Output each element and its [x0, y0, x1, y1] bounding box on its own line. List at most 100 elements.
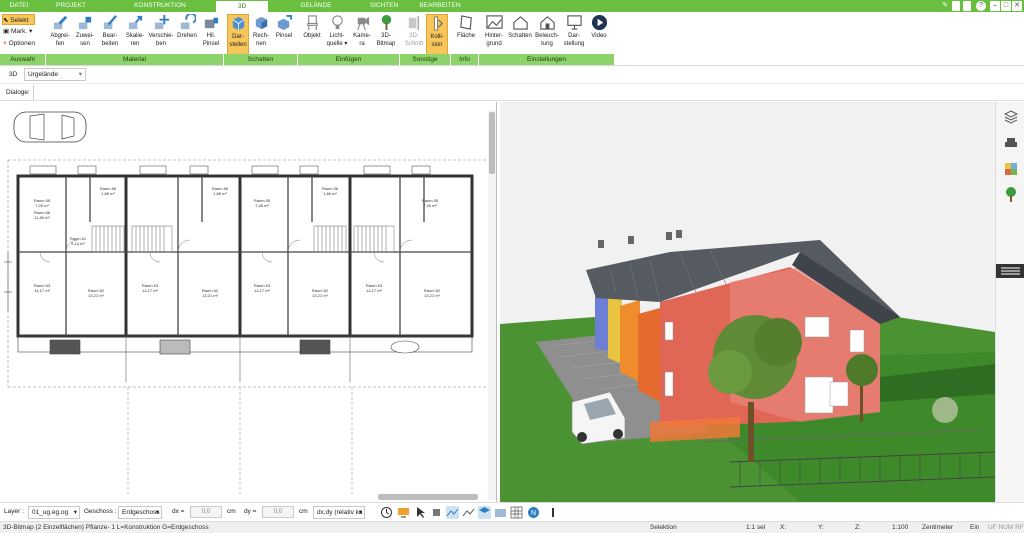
floor-plan-view[interactable]: Raum 56 1,86 m² Raum 55 7,45 m² Raum 66 …	[0, 102, 497, 502]
darstellen-button[interactable]: Dar-stellen	[227, 14, 249, 56]
brush-edit-icon	[103, 15, 117, 30]
snap-line-icon[interactable]	[446, 506, 459, 519]
kollision-label-2: sion	[431, 41, 443, 48]
grid-3d-icon[interactable]	[478, 506, 491, 519]
horizontal-scrollbar-thumb[interactable]	[378, 494, 478, 500]
skalieren-button[interactable]: Skalie-ren	[123, 14, 147, 56]
dy-label: dy =	[244, 508, 257, 515]
room-area: 1,86 m²	[213, 191, 227, 196]
panel-toggle[interactable]	[996, 264, 1024, 278]
zuweisen-button[interactable]: Zuwei-sen	[73, 14, 97, 56]
abgreifen-label-1: Abgrei-	[50, 33, 70, 39]
einstellungen-schatten-button[interactable]: Schatten	[507, 14, 533, 56]
3d-bitmap-label-2: Bitmap	[376, 40, 396, 47]
bearbeiten-button[interactable]: Bear-beiten	[98, 14, 122, 56]
kamera-button[interactable]: Kame-ra	[351, 14, 373, 56]
selekt-button[interactable]: ⬉ Selekt	[2, 14, 35, 25]
close-button[interactable]: ✕	[1012, 1, 1022, 11]
3d-bitmap-button[interactable]: 3D- Bitmap	[374, 14, 398, 56]
geschoss-select[interactable]: Erdgeschoss ▾	[118, 506, 162, 519]
tab-projekt[interactable]: PROJEKT	[38, 0, 104, 12]
bearbeiten-label-2: beiten	[101, 40, 119, 47]
north-icon[interactable]: N	[527, 506, 540, 519]
optionen-button[interactable]: + Optionen	[3, 38, 35, 49]
dx-label: dx =	[172, 508, 185, 515]
objekt-label: Objekt	[303, 33, 321, 39]
room-area: 13,21 m²	[88, 293, 104, 298]
layers-stack-icon[interactable]	[1004, 110, 1018, 124]
pointer-icon[interactable]	[414, 506, 427, 519]
layers-icon[interactable]	[963, 1, 971, 11]
chair-icon	[306, 15, 318, 31]
group-label-info: Info	[451, 54, 479, 65]
tab-gelaende[interactable]: GELÄNDE	[268, 0, 364, 12]
room-area: 14,17 m²	[254, 288, 270, 293]
blueprint-icon[interactable]	[494, 506, 507, 519]
shadow-brush-icon	[277, 14, 292, 31]
kollision-button[interactable]: Kolli-sion	[426, 14, 448, 56]
objekt-button[interactable]: Objekt	[300, 14, 324, 56]
flaeche-button[interactable]: Fläche	[454, 14, 478, 56]
room-area: 13,21 m²	[424, 293, 440, 298]
floor-plan-drawing: Raum 56 1,86 m² Raum 55 7,45 m² Raum 66 …	[4, 111, 490, 494]
move-icon	[154, 14, 169, 30]
pen-icon[interactable]: ✎	[940, 1, 950, 11]
dx-input[interactable]: 0,0	[190, 506, 222, 518]
coordinate-mode-select[interactable]: dx,dy (relativ ka ▾	[313, 506, 365, 519]
video-button[interactable]: Video	[588, 14, 610, 56]
tab-datei[interactable]: DATEI	[0, 0, 38, 12]
group-label-schatten: Schatten	[224, 54, 298, 65]
drehen-button[interactable]: Drehen	[175, 14, 199, 56]
rotate-icon	[180, 14, 196, 30]
skalieren-label-1: Skalie-	[125, 33, 145, 39]
terrain-select[interactable]: Urgelände ▾	[24, 68, 86, 81]
rechnen-button[interactable]: Rech-nen	[250, 14, 272, 56]
status-flags: UF NUM RF	[988, 524, 1024, 531]
3d-view[interactable]	[500, 102, 995, 502]
room-area: 7,45 m²	[423, 203, 437, 208]
more-icon[interactable]	[552, 508, 554, 517]
verschieben-button[interactable]: Verschie-ben	[148, 14, 174, 56]
darstellen-label-2: stellen	[229, 41, 247, 48]
dy-input[interactable]: 0,0	[262, 506, 294, 518]
3d-schnitt-button[interactable]: 3D- Schnitt	[403, 14, 425, 56]
material-palette-icon[interactable]	[1004, 162, 1018, 176]
beleuchtung-button[interactable]: Beleuch-tung	[534, 14, 560, 56]
tab-konstruktion[interactable]: KONSTRUKTION	[104, 0, 216, 12]
darstellung-label-1: Dar-	[568, 33, 580, 39]
abgreifen-button[interactable]: Abgrei-fen	[48, 14, 72, 56]
video-label: Video	[591, 33, 607, 39]
layer-select[interactable]: 01_ug.eg.og ▾	[28, 506, 80, 519]
rechnen-label-1: Rech-	[252, 33, 269, 39]
minimize-button[interactable]: –	[990, 1, 1000, 11]
hintergrund-label-1: Hinter-	[484, 33, 503, 39]
status-bar: 3D-Bitmap (2 Einzelflächen) Pflanze- 1 L…	[0, 521, 1024, 533]
help-button[interactable]: ?	[976, 1, 986, 11]
grid-icon[interactable]	[510, 506, 523, 519]
room-area: 1,86 m²	[323, 191, 337, 196]
group-label-einstellungen: Einstellungen	[526, 56, 567, 63]
maximize-button[interactable]: □	[1001, 1, 1011, 11]
hintergrund-button[interactable]: Hinter-grund	[481, 14, 507, 56]
tab-bearbeiten[interactable]: BEARBEITEN	[404, 0, 476, 12]
mark-button[interactable]: ▣ Mark. ▾	[3, 26, 32, 37]
lichtquelle-button[interactable]: Licht-quelle ▾	[325, 14, 349, 56]
group-label-auswahl: Auswahl	[0, 54, 46, 65]
tab-sichten[interactable]: SICHTEN	[364, 0, 404, 12]
3d-schnitt-label-1: 3D-	[409, 33, 419, 39]
terrain-select-value: Urgelände	[28, 71, 58, 78]
lichtquelle-label-1: Licht-	[329, 33, 345, 39]
scrollbar-thumb[interactable]	[489, 112, 495, 174]
monitor-orange-icon[interactable]	[397, 506, 410, 519]
schatten-pinsel-button[interactable]: Pinsel	[273, 14, 295, 56]
armchair-icon[interactable]	[1004, 136, 1018, 150]
plant-icon[interactable]	[1004, 186, 1018, 202]
hil-pinsel-button[interactable]: Hil. Pinsel	[200, 14, 222, 56]
clipboard-icon[interactable]	[952, 1, 960, 11]
snap-angle-icon[interactable]	[462, 506, 475, 519]
optionen-label: Optionen	[8, 40, 35, 47]
pin-icon[interactable]	[430, 506, 443, 519]
clock-icon[interactable]	[380, 506, 393, 519]
darstellung-button[interactable]: Dar-stellung	[561, 14, 587, 56]
tab-3d[interactable]: 3D	[216, 0, 268, 12]
